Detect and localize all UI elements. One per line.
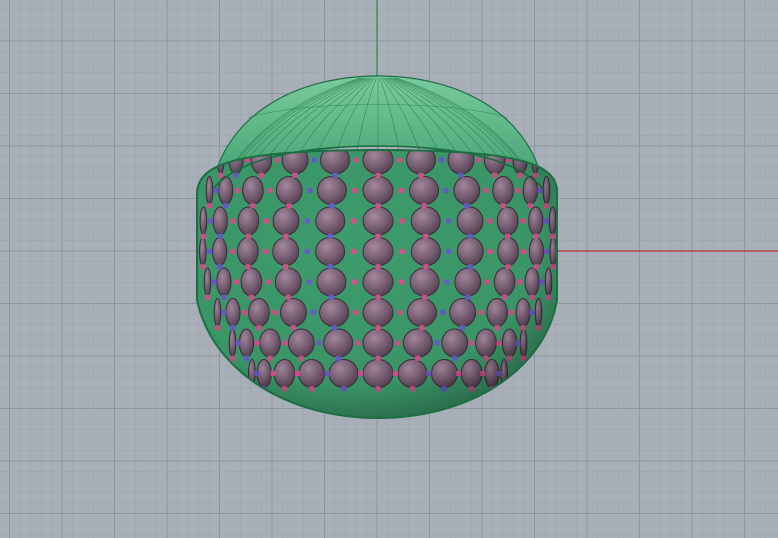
body-shading (196, 150, 558, 418)
connector-node (249, 386, 255, 392)
viewport-canvas[interactable] (0, 0, 778, 538)
sphere-model[interactable] (195, 75, 559, 420)
connector-node (501, 386, 507, 392)
rhino-perspective-viewport[interactable] (0, 0, 778, 538)
